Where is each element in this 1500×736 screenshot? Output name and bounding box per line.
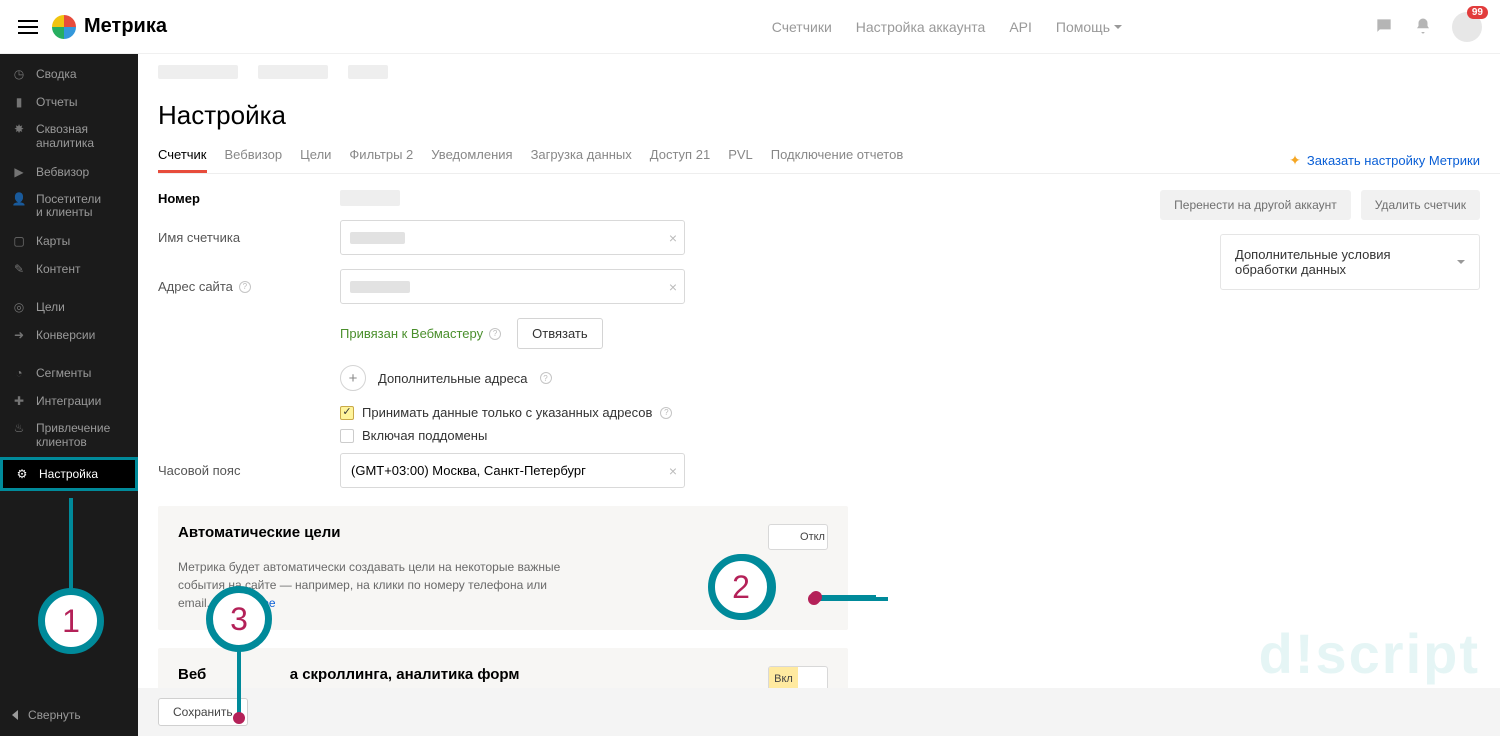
- puzzle-icon: ✚: [12, 394, 26, 408]
- help-icon[interactable]: ?: [540, 372, 552, 384]
- tab-counter[interactable]: Счетчик: [158, 147, 207, 173]
- map-icon: ▢: [12, 234, 26, 248]
- gear-icon: ⚙: [15, 467, 29, 481]
- sidebar-item-settings[interactable]: ⚙Настройка: [0, 457, 138, 491]
- tab-notifications[interactable]: Уведомления: [431, 147, 512, 173]
- sidebar-item-acquisition[interactable]: ♨Привлечение клиентов: [0, 415, 138, 457]
- sidebar-item-through-analytics[interactable]: ✸Сквозная аналитика: [0, 116, 138, 158]
- pencil-icon: ✎: [12, 262, 26, 276]
- chevron-down-icon: [1114, 25, 1122, 29]
- sidebar-collapse[interactable]: Свернуть: [0, 694, 138, 736]
- tab-pvl[interactable]: PVL: [728, 147, 753, 173]
- tab-data-upload[interactable]: Загрузка данных: [531, 147, 632, 173]
- pie-icon: ◔: [12, 366, 26, 380]
- clear-tz-icon[interactable]: ×: [669, 463, 677, 479]
- hamburger-menu[interactable]: [18, 20, 38, 34]
- clock-icon: ◷: [12, 67, 26, 81]
- bars-icon: ▮: [12, 95, 26, 109]
- linked-webmaster-link[interactable]: Привязан к Вебмастеру ?: [340, 326, 501, 341]
- user-icon: 👤: [12, 193, 26, 207]
- sidebar-item-conversions[interactable]: ➜Конверсии: [0, 321, 138, 349]
- sidebar-item-webvisor[interactable]: ▶Вебвизор: [0, 158, 138, 186]
- target-icon: ◎: [12, 300, 26, 314]
- only-addresses-checkbox[interactable]: [340, 406, 354, 420]
- logo-icon: [52, 15, 76, 39]
- sidebar-item-integrations[interactable]: ✚Интеграции: [0, 387, 138, 415]
- page-title: Настройка: [158, 100, 1500, 131]
- nav-account-settings[interactable]: Настройка аккаунта: [856, 19, 986, 35]
- arrow-icon: ➜: [12, 328, 26, 342]
- sidebar-item-reports[interactable]: ▮Отчеты: [0, 88, 138, 116]
- sidebar-item-visitors[interactable]: 👤Посетители и клиенты: [0, 186, 138, 228]
- counter-number-label: Номер: [158, 191, 200, 206]
- tab-goals[interactable]: Цели: [300, 147, 331, 173]
- auto-goals-toggle[interactable]: Откл: [768, 524, 828, 550]
- additional-addresses-label: Дополнительные адреса: [378, 371, 528, 386]
- toggle-off-segment: [769, 525, 798, 549]
- counter-name-label: Имя счетчика: [158, 230, 240, 245]
- subdomains-label: Включая поддомены: [362, 428, 487, 443]
- clear-site-icon[interactable]: ×: [669, 279, 677, 295]
- unlink-button[interactable]: Отвязать: [517, 318, 603, 349]
- tab-access[interactable]: Доступ 21: [650, 147, 710, 173]
- nav-counters[interactable]: Счетчики: [772, 19, 832, 35]
- nav-api[interactable]: API: [1009, 19, 1032, 35]
- logo[interactable]: Метрика: [52, 15, 167, 39]
- notification-badge: 99: [1467, 6, 1488, 19]
- webvisor-panel-title: Вебxxxxxxxxxxа скроллинга, аналитика фор…: [178, 666, 520, 683]
- sidebar-item-summary[interactable]: ◷Сводка: [0, 60, 138, 88]
- only-addresses-label: Принимать данные только с указанных адре…: [362, 405, 652, 420]
- clear-name-icon[interactable]: ×: [669, 230, 677, 246]
- flame-icon: ♨: [12, 422, 26, 436]
- tabs: Счетчик Вебвизор Цели Фильтры 2 Уведомле…: [158, 147, 903, 173]
- tab-filters[interactable]: Фильтры 2: [349, 147, 413, 173]
- timezone-label: Часовой пояс: [158, 463, 240, 478]
- auto-goals-title: Автоматические цели: [178, 524, 341, 541]
- nav-help[interactable]: Помощь: [1056, 19, 1122, 35]
- breadcrumb: [158, 54, 1500, 90]
- brand-text: Метрика: [84, 15, 167, 38]
- site-address-label: Адрес сайта: [158, 279, 233, 294]
- subdomains-checkbox[interactable]: [340, 429, 354, 443]
- sidebar-item-maps[interactable]: ▢Карты: [0, 227, 138, 255]
- sidebar-item-goals[interactable]: ◎Цели: [0, 293, 138, 321]
- chat-icon[interactable]: [1374, 16, 1394, 39]
- data-processing-accordion[interactable]: Дополнительные условия обработки данных: [1220, 234, 1480, 290]
- avatar[interactable]: 99: [1452, 12, 1482, 42]
- save-bar: Сохранить: [138, 688, 1500, 736]
- order-metrika-setup-link[interactable]: ✦ Заказать настройку Метрики: [1289, 152, 1480, 169]
- help-icon[interactable]: ?: [489, 328, 501, 340]
- help-icon[interactable]: ?: [239, 281, 251, 293]
- sparkle-icon: ✦: [1289, 152, 1301, 169]
- tab-webvisor[interactable]: Вебвизор: [225, 147, 283, 173]
- sidebar-item-content[interactable]: ✎Контент: [0, 255, 138, 283]
- bell-icon[interactable]: [1414, 17, 1432, 38]
- transfer-account-button[interactable]: Перенести на другой аккаунт: [1160, 190, 1351, 220]
- toggle-off-label: Откл: [798, 525, 827, 549]
- callout-3: 3: [206, 586, 272, 652]
- burst-icon: ✸: [12, 123, 26, 137]
- chevron-down-icon: [1457, 260, 1465, 264]
- callout-2: 2: [708, 554, 774, 620]
- sidebar-item-segments[interactable]: ◔Сегменты: [0, 359, 138, 387]
- timezone-select[interactable]: [340, 453, 685, 488]
- callout-1: 1: [38, 588, 104, 654]
- chevron-left-icon: [12, 710, 18, 720]
- top-nav: Счетчики Настройка аккаунта API Помощь: [772, 19, 1122, 35]
- play-icon: ▶: [12, 165, 26, 179]
- add-address-button[interactable]: +: [340, 365, 366, 391]
- delete-counter-button[interactable]: Удалить счетчик: [1361, 190, 1480, 220]
- help-icon[interactable]: ?: [660, 407, 672, 419]
- tab-reports-connection[interactable]: Подключение отчетов: [771, 147, 903, 173]
